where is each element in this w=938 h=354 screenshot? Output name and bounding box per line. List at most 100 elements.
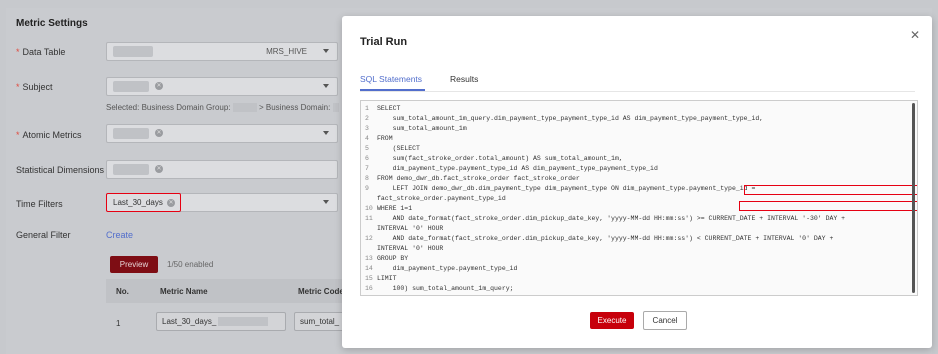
chevron-down-icon [323,84,329,88]
label-atomic-metrics: * Atomic Metrics [16,130,82,140]
line-number: 11 [365,215,373,222]
required-marker: * [16,82,20,92]
scrollbar[interactable] [912,103,915,293]
label-general-filter: General Filter [16,230,71,240]
code-text: GROUP BY [377,255,409,262]
active-tab-indicator [360,89,425,91]
clear-chip-icon[interactable]: ✕ [167,199,175,207]
code-line: 10 WHERE 1=1 [365,205,412,212]
line-number: 6 [365,155,369,162]
column-header: Metric Code [298,287,344,296]
execute-button[interactable]: Execute [590,312,634,329]
label-statistical-dimensions: Statistical Dimensions [16,165,105,175]
dialog-title: Trial Run [360,36,408,48]
line-number: 1 [365,105,369,112]
chevron-down-icon [323,131,329,135]
masked-value [113,81,149,92]
line-number: 13 [365,255,373,262]
sql-code-viewer[interactable]: 1 SELECT 2 sum_total_amount_1m_query.dim_p… [360,100,918,296]
code-text: sum(fact_stroke_order.total_amount) AS s… [377,155,623,162]
clear-chip-icon[interactable]: ✕ [155,82,163,90]
line-number: 8 [365,175,369,182]
metric-code-input[interactable]: sum_total_ [294,312,346,331]
line-number: 4 [365,135,369,142]
enabled-count: 1/50 enabled [167,260,214,269]
masked-value [113,46,153,57]
code-line: 14 dim_payment_type.payment_type_id [365,265,517,272]
clear-chip-icon[interactable]: ✕ [155,165,163,173]
code-text: fact_stroke_order.payment_type_id [377,195,506,202]
line-number: 2 [365,115,369,122]
code-line: 13 GROUP BY [365,255,408,262]
code-text: LIMIT [377,275,397,282]
masked-value [232,103,257,113]
tab-sql-statements[interactable]: SQL Statements [360,74,422,84]
line-number: 3 [365,125,369,132]
code-line: 16 100) sum_total_amount_1m_query; [365,285,514,292]
chevron-down-icon [323,49,329,53]
subject-select[interactable]: ✕ [106,77,338,96]
code-text: 100) sum_total_amount_1m_query; [377,285,514,292]
masked-value [113,128,149,139]
code-line: 1 SELECT [365,105,400,112]
code-line: INTERVAL '0' HOUR [365,245,443,252]
code-text: WHERE 1=1 [377,205,413,212]
cancel-button[interactable]: Cancel [643,311,687,330]
selected-path: Selected: Business Domain Group: > Busin… [106,103,339,113]
code-line: 6 sum(fact_stroke_order.total_amount) AS… [365,155,623,162]
code-text: (SELECT [377,145,420,152]
clear-chip-icon[interactable]: ✕ [155,129,163,137]
column-header: No. [116,287,129,296]
label-time-filters: Time Filters [16,199,63,209]
metric-name-input[interactable]: Last_30_days_ [156,312,286,331]
statistical-dimensions-select[interactable]: ✕ [106,160,338,179]
metric-table-header: No. Metric Name Metric Code [106,279,346,303]
code-text: dim_payment_type.payment_type_id [377,265,518,272]
code-line: 11 AND date_format(fact_stroke_order.dim… [365,215,845,222]
masked-value [218,317,269,327]
code-line: 5 (SELECT [365,145,420,152]
code-line: 7 dim_payment_type.payment_type_id AS di… [365,165,658,172]
data-table-select[interactable]: MRS_HIVE [106,42,338,61]
label-subject: * Subject [16,82,53,92]
line-number: 12 [365,235,373,242]
code-text: AND date_format(fact_stroke_order.dim_pi… [377,215,846,222]
close-icon[interactable]: ✕ [910,28,920,42]
code-text: sum_total_amount_1m [377,125,467,132]
code-text: LEFT JOIN demo_dwr_db.dim_payment_type d… [377,185,756,192]
settings-title: Metric Settings [16,18,88,29]
code-text: sum_total_amount_1m_query.dim_payment_ty… [377,115,764,122]
code-text: FROM demo_dwr_db.fact_stroke_order fact_… [377,175,580,182]
line-number: 16 [365,285,373,292]
tabs-divider [360,91,915,92]
time-filter-chip[interactable]: Last_30_days ✕ [106,193,181,212]
atomic-metrics-select[interactable]: ✕ [106,124,338,143]
highlight-box [739,201,917,211]
line-number: 9 [365,185,369,192]
data-source-label: MRS_HIVE [266,47,307,56]
code-line: 4 FROM [365,135,393,142]
masked-value [332,103,339,113]
masked-value [113,164,149,175]
line-number: 10 [365,205,373,212]
code-text: FROM [377,135,393,142]
line-number: 15 [365,275,373,282]
label-data-table: * Data Table [16,47,66,57]
time-filter-value: Last_30_days [113,198,163,207]
create-link[interactable]: Create [106,230,133,240]
preview-button[interactable]: Preview [110,256,158,273]
chevron-down-icon [323,200,329,204]
line-number: 7 [365,165,369,172]
line-number: 14 [365,265,373,272]
tab-results[interactable]: Results [450,74,478,84]
code-line: 3 sum_total_amount_1m [365,125,467,132]
code-text: AND date_format(fact_stroke_order.dim_pi… [377,235,834,242]
table-row: 1 Last_30_days_ sum_total_ [106,303,346,345]
highlight-box [744,185,917,195]
code-text: INTERVAL '0' HOUR [377,225,444,232]
required-marker: * [16,47,20,57]
trial-run-dialog: Trial Run ✕ SQL Statements Results 1 SELE… [342,16,932,348]
code-line: 9 LEFT JOIN demo_dwr_db.dim_payment_type… [365,185,755,192]
code-line: 15 LIMIT [365,275,397,282]
code-text: dim_payment_type.payment_type_id AS dim_… [377,165,658,172]
